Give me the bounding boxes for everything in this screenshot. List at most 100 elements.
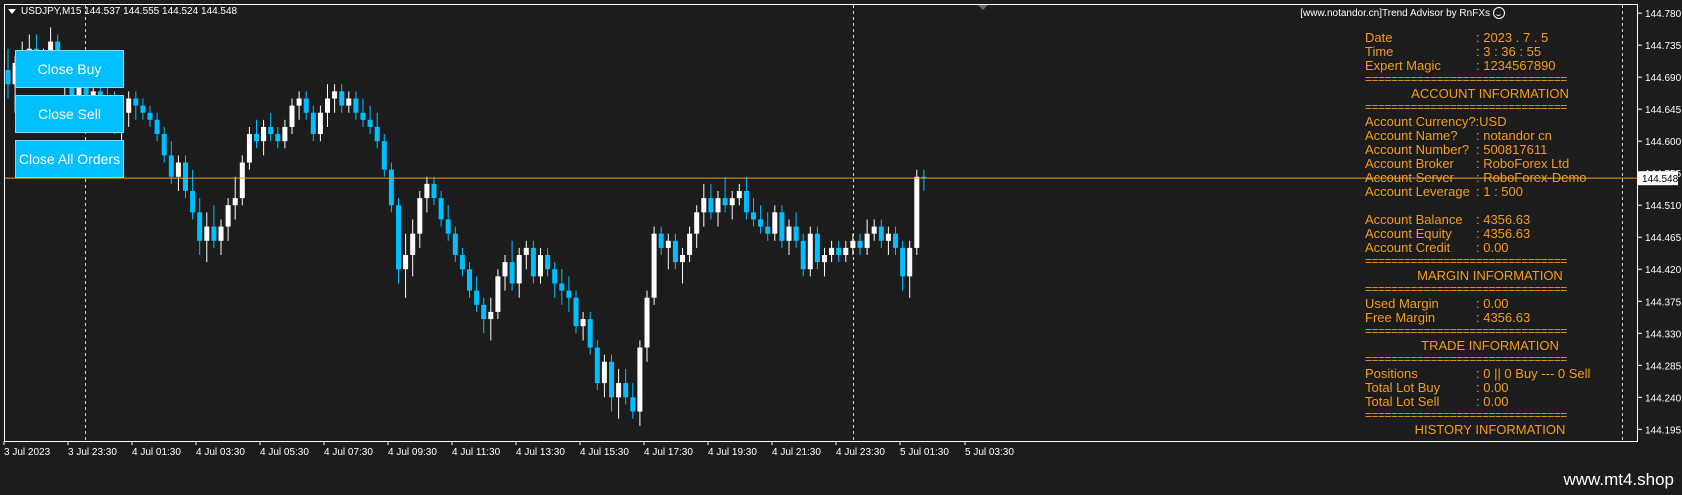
candle-body [566,290,572,298]
candle-body [609,361,614,398]
server-value: : RoboForex-Demo [1476,170,1587,185]
candle-body [538,255,543,277]
leverage-label: Account Leverage [1365,184,1470,199]
candle-body [488,311,494,320]
candle-body [452,233,458,256]
time-tick-label: 4 Jul 11:30 [452,447,501,458]
credit-row: Account Credit: 0.00 [1365,241,1605,255]
account-info-header: ACCOUNT INFORMATION [1411,86,1569,101]
candle-body [502,262,508,277]
currency-row: Account Currency?: USD [1365,115,1605,129]
candle-body [829,247,835,256]
time-tick-label: 4 Jul 09:30 [388,447,437,458]
price-tick-label: 144.645 [1645,105,1682,116]
close-buy-button[interactable]: Close Buy [15,50,124,88]
price-tick-label: 144.240 [1645,393,1682,404]
candle [651,226,657,305]
magic-value: : 1234567890 [1476,58,1556,73]
candle-body [197,212,203,241]
chart-window[interactable]: 144.780 144.735 144.690 144.645 144.600 144.5… [0,0,1682,495]
separator: =============================== [1365,325,1567,338]
candle-body [751,212,756,220]
candle-body [601,361,607,384]
date-label: Date [1365,30,1393,45]
server-row: Account Server : RoboForex-Demo [1365,171,1605,185]
expert-advisor-label[interactable]: [www.notandor.cn]Trend Advisor by RnFXs [1300,7,1505,19]
broker-row: Account Broker: RoboForex Ltd [1365,157,1605,171]
close-sell-button[interactable]: Close Sell [15,95,124,133]
candle-body [857,240,863,248]
price-tick-label: 144.735 [1645,41,1682,52]
candle-body [722,198,728,206]
candle-body [729,198,735,206]
candle-body [680,255,685,263]
candle-body [530,247,536,277]
lot-buy-value: : 0.00 [1476,380,1509,395]
candle-body [467,269,472,291]
candle-body [175,162,181,177]
candle-body [644,297,650,348]
time-tick-label: 4 Jul 17:30 [644,447,693,458]
equity-value: : 4356.63 [1476,226,1531,241]
candle-body [140,105,146,113]
candle-body [232,198,238,206]
close-all-orders-button[interactable]: Close All Orders [15,140,124,178]
separator: =============================== [1365,283,1567,296]
candle [914,169,920,256]
candle-body [225,205,231,227]
candle-body [346,98,352,106]
candle-body [672,240,678,263]
time-tick-label: 4 Jul 23:30 [836,447,885,458]
candle-body [133,98,139,106]
separator: =============================== [1365,101,1567,114]
time-tick-label: 4 Jul 21:30 [772,447,821,458]
lot-buy-label: Total Lot Buy [1365,380,1441,395]
candle [807,226,813,277]
candle-body [594,347,600,384]
candle-body [360,112,366,120]
server-label: Account Server [1365,170,1454,185]
candle-body [814,233,820,263]
candle-body [658,233,664,248]
time-tick-label: 3 Jul 2023 [4,447,51,458]
candle-body [850,240,856,248]
candle-body [204,226,210,241]
candle-body [800,240,806,270]
candle-body [843,247,849,256]
candle-body [495,276,501,312]
positions-value: : 0 || 0 Buy --- 0 Sell [1476,366,1591,381]
candle-body [161,134,167,156]
time-tick-label: 4 Jul 13:30 [516,447,565,458]
account-name-value: : notandor cn [1476,128,1552,143]
candle-body [218,226,224,241]
date-value: : 2023 . 7 . 5 [1476,30,1549,45]
candle-body [282,126,288,142]
time-value: : 3 : 36 : 55 [1476,44,1542,59]
candle-body [310,112,316,135]
price-tick-label: 144.690 [1645,73,1682,84]
smiley-face-icon[interactable] [1493,7,1505,19]
dropdown-triangle-icon[interactable] [8,8,16,14]
candle [239,155,245,206]
time-tick-label: 4 Jul 15:30 [580,447,629,458]
time-tick-label: 3 Jul 23:30 [68,447,117,458]
broker-label: Account Broker [1365,156,1454,171]
candle-body [523,247,529,256]
separator: =============================== [1365,353,1567,366]
candle-body [459,255,465,270]
candle-body [438,198,444,220]
free-margin-row: Free Margin: 4356.63 [1365,311,1605,325]
candle-body [325,98,330,113]
candle-body [871,226,877,234]
candle-body [403,255,409,270]
candle-body [786,226,792,241]
account-number-row: Account Number?: 500817611 [1365,143,1605,157]
symbol-info[interactable]: USDJPY,M15 144.537 144.555 144.524 144.5… [8,3,237,19]
candle-body [822,255,827,263]
equity-label: Account Equity [1365,226,1452,241]
candle-body [637,347,643,412]
candle-body [864,233,870,248]
candle-body [190,190,196,213]
candle-body [630,397,636,412]
candle [594,340,600,391]
